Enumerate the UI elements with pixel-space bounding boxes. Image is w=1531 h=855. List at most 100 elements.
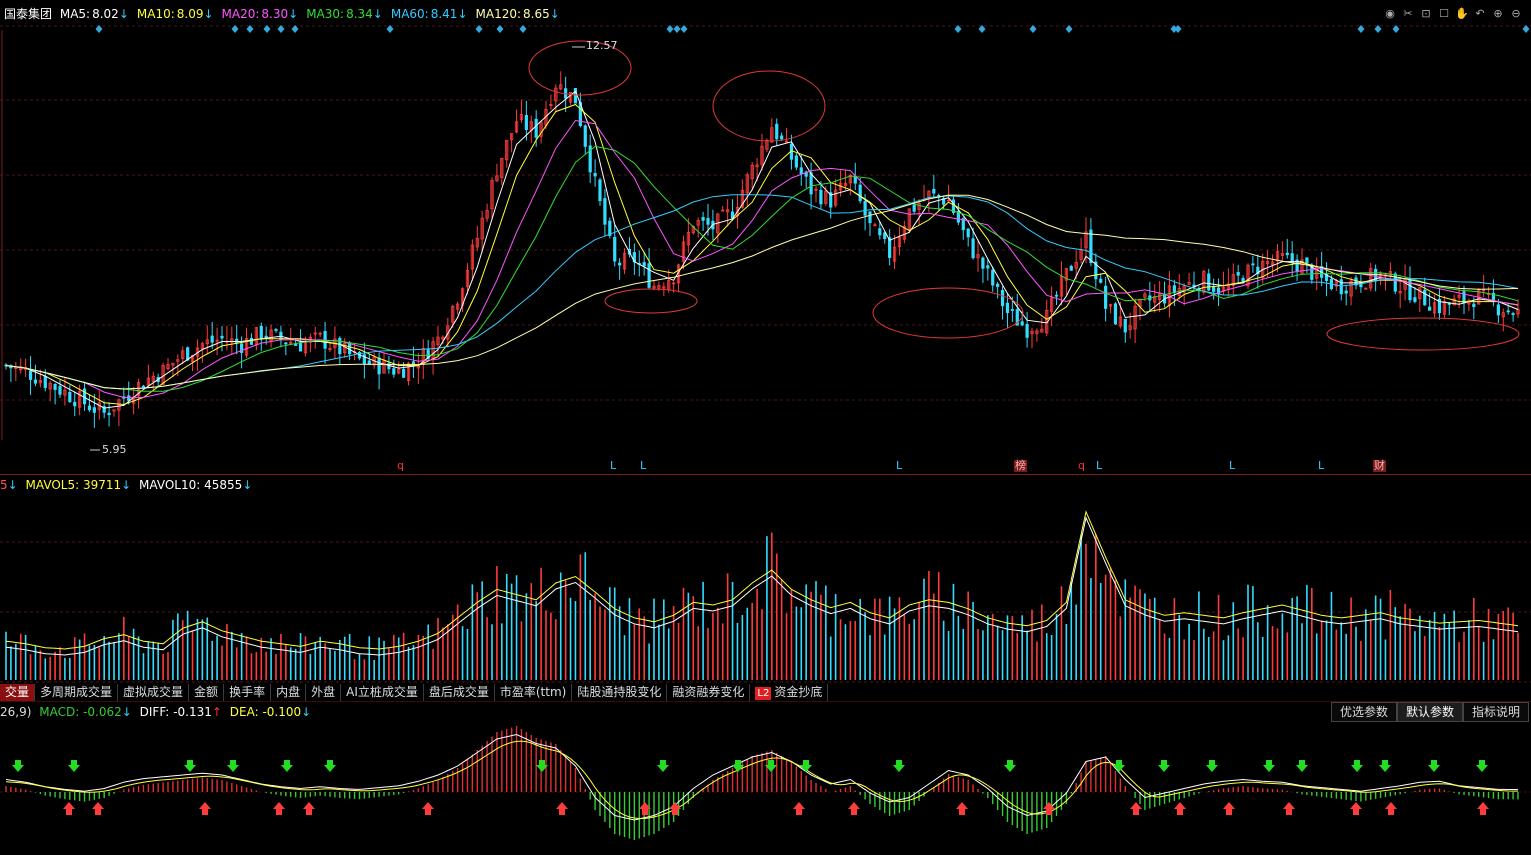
candle-body [819, 189, 823, 205]
event-marker[interactable]: L [1096, 460, 1102, 472]
tab-0[interactable]: 交量 [0, 683, 36, 701]
buy-signal-arrow [303, 802, 315, 815]
tab-label: 金额 [194, 684, 219, 699]
candle-body [377, 357, 381, 375]
sell-signal-arrow [324, 760, 336, 772]
candle-body [794, 155, 798, 168]
tab-4[interactable]: 换手率 [224, 683, 272, 701]
event-marker[interactable]: 财 [1373, 460, 1386, 472]
sell-signal-arrow [184, 760, 196, 772]
sell-signal-arrow [1113, 760, 1125, 772]
indicator-help-button[interactable]: 指标说明 [1462, 702, 1529, 722]
event-marker[interactable]: L [640, 460, 646, 472]
tab-3[interactable]: 金额 [189, 683, 225, 701]
candle-body [1305, 257, 1309, 264]
buy-signal-arrow [92, 802, 104, 815]
candle-body [1020, 321, 1024, 326]
candle-body [971, 238, 975, 259]
event-diamond [1174, 25, 1182, 33]
tab-11[interactable]: 融资融券变化 [667, 683, 751, 701]
candle-body [220, 335, 224, 339]
buy-signal-arrow [1477, 802, 1489, 815]
event-marker[interactable]: L [896, 460, 902, 472]
annotation-ellipse [712, 70, 826, 142]
candle-body [186, 347, 190, 361]
candle-body [618, 262, 622, 266]
event-diamond [1029, 25, 1037, 33]
event-marker[interactable]: 榜 [1014, 460, 1027, 472]
tab-9[interactable]: 市盈率(ttm) [495, 683, 573, 701]
sell-signal-arrow [281, 760, 293, 772]
candle-body [1506, 310, 1510, 313]
event-diamond [291, 25, 299, 33]
low-price-label: 5.95 [102, 443, 127, 456]
event-diamond [519, 25, 527, 33]
l2-badge: L2 [755, 686, 772, 700]
candle-body [367, 360, 371, 365]
tab-10[interactable]: 陆股通持股变化 [572, 683, 668, 701]
sell-signal-arrow [1158, 760, 1170, 772]
candle-body [780, 135, 784, 140]
candle-body [1339, 279, 1343, 295]
candle-body [58, 386, 62, 395]
sell-signal-arrow [68, 760, 80, 772]
tab-1[interactable]: 多周期成交量 [35, 683, 119, 701]
sell-signal-arrow [1351, 760, 1363, 772]
sell-signal-arrow [12, 760, 24, 772]
candle-body [1344, 290, 1348, 294]
event-diamond [1522, 25, 1530, 33]
candle-body [53, 384, 57, 390]
buy-signal-arrow [422, 802, 434, 815]
candle-body [534, 118, 538, 138]
tab-6[interactable]: 外盘 [306, 683, 342, 701]
kline-chart[interactable] [0, 0, 1531, 855]
candle-body [524, 115, 528, 130]
candle-body [878, 228, 882, 236]
candle-body [348, 342, 352, 355]
event-marker[interactable]: L [610, 460, 616, 472]
tab-12[interactable]: L2 资金抄底 [750, 683, 829, 701]
candle-body [613, 236, 617, 262]
sell-signal-arrow [1476, 760, 1488, 772]
candle-body [141, 385, 146, 389]
event-marker[interactable]: q [397, 460, 404, 472]
candle-body [279, 331, 283, 340]
sell-signal-arrow [227, 760, 239, 772]
buy-signal-arrow [1350, 802, 1362, 815]
buy-signal-arrow [556, 802, 568, 815]
candle-body [1511, 313, 1515, 315]
candle-body [1472, 303, 1476, 308]
candle-body [411, 361, 416, 365]
event-marker[interactable]: L [1318, 460, 1324, 472]
tab-label: 市盈率(ttm) [499, 684, 567, 699]
candle-body [284, 342, 288, 345]
annotation-ellipse [604, 288, 698, 314]
high-price-label: 12.57 [586, 39, 618, 52]
tab-2[interactable]: 虚拟成交量 [118, 683, 190, 701]
event-marker[interactable]: q [1078, 460, 1085, 472]
tab-label: 多周期成交量 [40, 684, 113, 699]
buy-signal-arrow [956, 802, 968, 815]
candle-body [235, 338, 239, 344]
ma-line [5, 194, 1519, 390]
tab-label: 盘后成交量 [428, 684, 489, 699]
candle-body [986, 265, 990, 269]
sell-signal-arrow [800, 760, 812, 772]
tab-label: 外盘 [311, 684, 336, 699]
event-marker[interactable]: L [1229, 460, 1235, 472]
candle-body [1025, 323, 1029, 338]
tab-8[interactable]: 盘后成交量 [424, 683, 495, 701]
macd-legend: 26,9) MACD: -0.062↓ DIFF: -0.131↑ DEA: -… [0, 705, 312, 719]
candle-body [1285, 252, 1289, 256]
candle-body [1172, 285, 1176, 294]
candle-body [392, 368, 396, 375]
optimal-params-button[interactable]: 优选参数 [1330, 702, 1397, 722]
default-params-button[interactable]: 默认参数 [1396, 702, 1463, 722]
candle-body [991, 269, 995, 286]
candle-body [598, 179, 602, 201]
candle-body [249, 337, 254, 345]
tab-7[interactable]: AI立桩成交量 [341, 683, 424, 701]
candle-body [1236, 272, 1240, 276]
candle-body [573, 87, 578, 104]
tab-5[interactable]: 内盘 [271, 683, 307, 701]
